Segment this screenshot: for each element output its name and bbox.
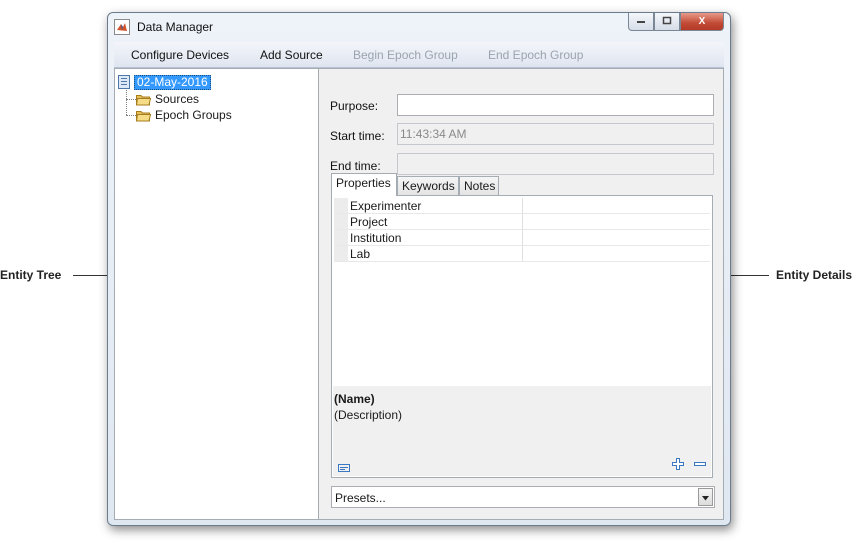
tab-notes[interactable]: Notes [459,176,499,196]
property-value[interactable] [522,214,710,229]
tree-connector [126,115,136,116]
entity-details: Purpose: Start time: 11:43:34 AM End tim… [319,69,723,519]
description-name: (Name) [334,392,375,406]
purpose-label: Purpose: [330,99,379,113]
entity-tree[interactable]: 02-May-2016 Sources Epoch Groups [115,69,319,519]
add-property-button[interactable] [671,457,685,473]
data-manager-window: Data Manager X Configure Devices Add Sou… [107,12,731,526]
row-gutter [334,214,348,229]
entity-details-callout: Entity Details [776,268,853,282]
folder-icon [135,93,152,106]
row-gutter [334,230,348,245]
tree-node-label: Sources [155,92,200,106]
close-button[interactable]: X [680,13,724,31]
property-value[interactable] [522,246,710,261]
property-name: Institution [350,231,402,245]
table-row[interactable]: Lab [334,246,710,262]
maximize-button[interactable] [654,13,680,31]
description-text: (Description) [334,408,403,422]
start-time-field: 11:43:34 AM [397,123,714,145]
begin-epoch-group-menu[interactable]: Begin Epoch Group [353,48,458,62]
minimize-button[interactable] [628,13,654,31]
plus-icon [672,457,684,473]
property-description: (Name) (Description) [333,386,711,476]
window-controls: X [628,13,724,31]
start-time-label: Start time: [330,129,385,143]
property-value[interactable] [522,198,710,213]
end-epoch-group-menu[interactable]: End Epoch Group [488,48,583,62]
close-icon: X [698,16,706,27]
matlab-icon[interactable] [114,19,130,35]
row-gutter [334,246,348,261]
configure-devices-menu[interactable]: Configure Devices [131,48,229,62]
folder-icon [135,109,152,122]
minus-icon [694,458,706,473]
window-title: Data Manager [137,20,214,34]
tree-connector [126,99,136,100]
tree-node-sources[interactable]: Sources [135,91,200,107]
presets-dropdown[interactable]: Presets... [331,486,715,508]
add-source-menu[interactable]: Add Source [260,48,323,62]
presets-selected: Presets... [335,491,386,505]
table-row[interactable]: Institution [334,230,710,246]
property-name: Experimenter [350,199,422,213]
properties-panel: Experimenter Project Institution Lab (Na… [331,195,713,478]
table-row[interactable]: Experimenter [334,198,710,214]
tree-node-root-label: 02-May-2016 [134,74,211,90]
end-time-field [397,153,714,175]
table-row[interactable]: Project [334,214,710,230]
entity-tree-callout: Entity Tree [0,268,62,282]
experiment-icon [117,75,131,89]
tree-node-epoch-groups[interactable]: Epoch Groups [135,107,232,123]
maximize-icon [662,16,672,28]
properties-table[interactable]: Experimenter Project Institution Lab [334,198,710,262]
list-icon [338,461,350,475]
minimize-icon [636,16,646,27]
tab-keywords[interactable]: Keywords [397,176,459,196]
tab-properties[interactable]: Properties [331,173,397,196]
chevron-down-icon [702,490,709,504]
tree-node-root[interactable]: 02-May-2016 [117,74,211,90]
property-value[interactable] [522,230,710,245]
end-time-label: End time: [330,159,381,173]
purpose-input[interactable] [397,94,714,116]
property-name: Lab [350,247,371,261]
client-area: 02-May-2016 Sources Epoch Groups Purpose… [114,68,724,520]
preview-button[interactable] [337,462,351,474]
menu-bar: Configure Devices Add Source Begin Epoch… [114,42,724,68]
title-bar[interactable]: Data Manager X [108,13,730,41]
dropdown-arrow-button[interactable] [698,488,713,506]
row-gutter [334,198,348,213]
tree-node-label: Epoch Groups [155,108,232,122]
screenshot-canvas: Entity Tree Entity Details Data Manager [0,0,858,546]
remove-property-button[interactable] [693,459,707,471]
property-name: Project [350,215,388,229]
